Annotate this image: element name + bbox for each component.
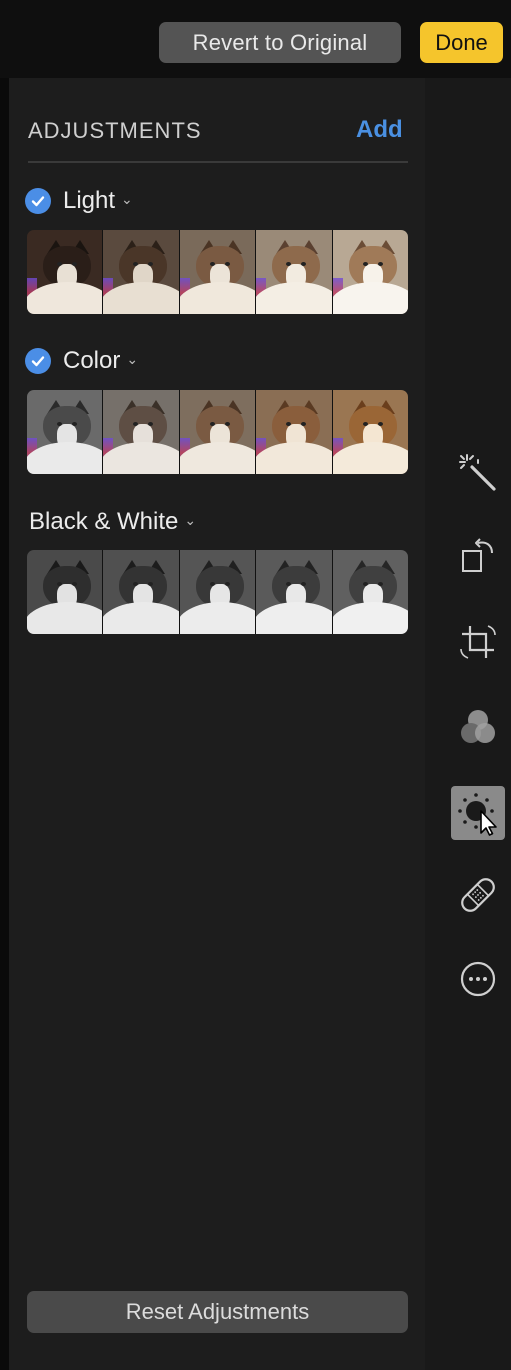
window-edge [0, 0, 9, 1370]
mouse-cursor-icon [480, 810, 497, 836]
photo-thumbnail[interactable] [332, 550, 408, 634]
bandage-icon [461, 878, 495, 912]
auto-enhance-tool[interactable] [451, 446, 505, 500]
photo-thumbnail[interactable] [103, 390, 180, 474]
photo-thumbnail[interactable] [27, 230, 104, 314]
filters-tool[interactable] [451, 700, 505, 754]
more-tool[interactable] [451, 952, 505, 1006]
photo-thumbnail[interactable] [332, 230, 408, 314]
section-light-header[interactable]: Light ⌄ [25, 187, 133, 215]
photo-thumbnail[interactable] [103, 550, 180, 634]
rotate-tool[interactable] [451, 528, 505, 582]
color-thumbnail-strip[interactable] [27, 390, 408, 474]
photo-thumbnail[interactable] [27, 550, 104, 634]
revert-to-original-button[interactable]: Revert to Original [159, 22, 401, 63]
chevron-down-icon: ⌄ [121, 190, 133, 207]
checkmark-icon[interactable] [25, 348, 51, 374]
divider [28, 161, 408, 163]
done-button[interactable]: Done [420, 22, 503, 63]
bw-thumbnail-strip[interactable] [27, 550, 408, 634]
section-light-title: Light [63, 187, 116, 214]
photo-thumbnail[interactable] [179, 550, 257, 634]
chevron-down-icon: ⌄ [126, 350, 139, 367]
crop-icon [460, 625, 496, 659]
add-adjustment-button[interactable]: Add [356, 116, 403, 144]
adjust-icon [458, 793, 497, 836]
rotate-icon [462, 538, 493, 572]
adjustments-heading: ADJUSTMENTS [28, 118, 202, 143]
photo-thumbnail[interactable] [27, 390, 104, 474]
checkmark-icon[interactable] [25, 188, 51, 214]
photo-thumbnail[interactable] [103, 230, 180, 314]
photo-thumbnail[interactable] [179, 230, 257, 314]
photo-thumbnail[interactable] [256, 230, 333, 314]
reset-adjustments-button[interactable]: Reset Adjustments [27, 1291, 408, 1333]
photo-thumbnail[interactable] [332, 390, 408, 474]
crop-tool[interactable] [451, 615, 505, 669]
adjust-tool[interactable] [451, 786, 505, 840]
light-thumbnail-strip[interactable] [27, 230, 408, 314]
section-color-title: Color [63, 347, 121, 374]
photo-thumbnail[interactable] [256, 390, 333, 474]
section-bw-title: Black & White [29, 508, 179, 535]
photo-thumbnail[interactable] [179, 390, 257, 474]
section-bw-header[interactable]: Black & White ⌄ [29, 508, 196, 536]
chevron-down-icon: ⌄ [184, 511, 197, 528]
filters-icon [461, 710, 495, 743]
retouch-tool[interactable] [451, 868, 505, 922]
top-bar: Revert to Original Done [0, 0, 511, 78]
more-icon [460, 961, 496, 997]
magic-wand-icon [459, 454, 496, 491]
photo-thumbnail[interactable] [256, 550, 333, 634]
section-color-header[interactable]: Color ⌄ [25, 347, 138, 375]
